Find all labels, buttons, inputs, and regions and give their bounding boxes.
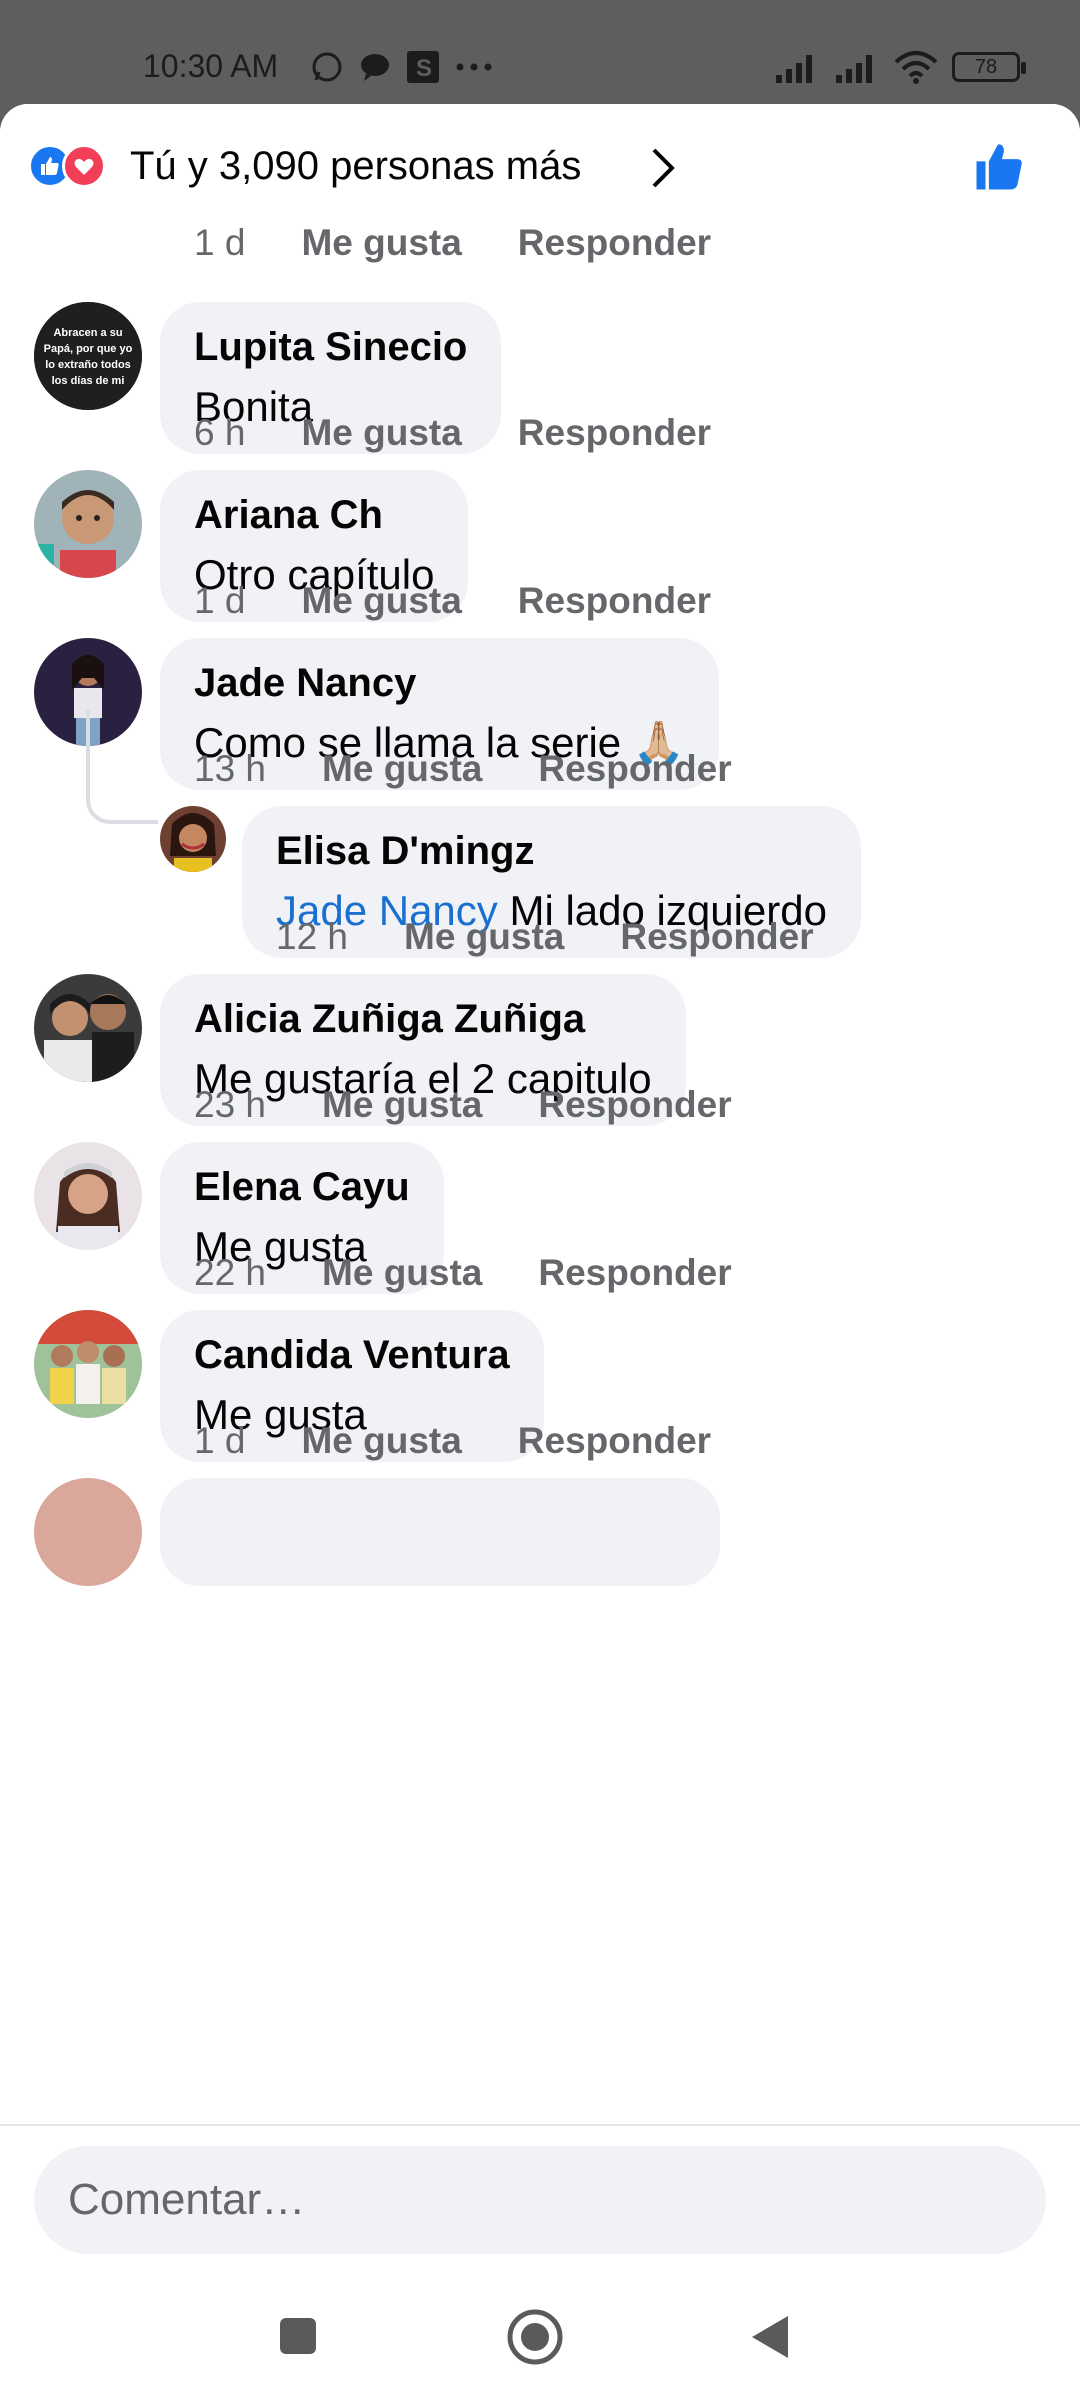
chevron-right-icon[interactable] bbox=[650, 146, 676, 190]
message-bubble-icon bbox=[361, 54, 389, 81]
like-link[interactable]: Me gusta bbox=[301, 412, 461, 454]
avatar[interactable]: Abracen a su Papá, por que yo lo extraño t… bbox=[34, 302, 142, 410]
comment-bubble-partial[interactable] bbox=[160, 1478, 720, 1586]
battery-level: 78 bbox=[974, 55, 998, 78]
reactions-summary[interactable]: Tú y 3,090 personas más bbox=[130, 144, 581, 189]
comment-author[interactable]: Alicia Zuñiga Zuñiga bbox=[194, 990, 652, 1048]
comment-time[interactable]: 1 d bbox=[194, 1420, 245, 1462]
avatar[interactable] bbox=[34, 1478, 142, 1586]
reply-link[interactable]: Responder bbox=[620, 916, 813, 958]
reaction-icons bbox=[28, 144, 106, 188]
reply-link[interactable]: Responder bbox=[538, 1084, 731, 1126]
reactions-header[interactable]: Tú y 3,090 personas más bbox=[0, 104, 1080, 214]
comment-author[interactable]: Jade Nancy bbox=[194, 654, 685, 712]
reply-link[interactable]: Responder bbox=[518, 580, 711, 622]
recents-square-icon[interactable] bbox=[278, 2316, 318, 2356]
comment-meta: 1 d Me gusta Responder bbox=[194, 580, 711, 622]
comment-time[interactable]: 13 h bbox=[194, 748, 266, 790]
more-dots-icon bbox=[456, 63, 492, 71]
avatar[interactable] bbox=[34, 974, 142, 1082]
like-button-icon[interactable] bbox=[972, 140, 1026, 194]
avatar[interactable] bbox=[34, 1310, 142, 1418]
reply-link[interactable]: Responder bbox=[538, 748, 731, 790]
comment-meta: 23 h Me gusta Responder bbox=[194, 1084, 732, 1126]
battery-icon: 78 bbox=[952, 52, 1026, 82]
svg-text:Abracen a su: Abracen a su bbox=[53, 327, 122, 339]
avatar[interactable] bbox=[34, 1142, 142, 1250]
comment-time[interactable]: 6 h bbox=[194, 412, 245, 454]
comment-time[interactable]: 1 d bbox=[194, 580, 245, 622]
reply-meta: 12 h Me gusta Responder bbox=[276, 916, 814, 958]
reply-link[interactable]: Responder bbox=[518, 412, 711, 454]
reply-author[interactable]: Elisa D'mingz bbox=[276, 822, 827, 880]
comments-sheet: 1 d Me gusta Responder Abracen a su Papá,… bbox=[0, 104, 1080, 2270]
comment-meta: 6 h Me gusta Responder bbox=[194, 412, 711, 454]
comment-author[interactable]: Lupita Sinecio bbox=[194, 318, 467, 376]
comment-meta: 13 h Me gusta Responder bbox=[194, 748, 732, 790]
comment-author[interactable]: Elena Cayu bbox=[194, 1158, 410, 1216]
svg-text:lo extraño todos: lo extraño todos bbox=[45, 359, 131, 371]
like-link[interactable]: Me gusta bbox=[404, 916, 564, 958]
comment-meta: 22 h Me gusta Responder bbox=[194, 1252, 732, 1294]
like-link[interactable]: Me gusta bbox=[301, 580, 461, 622]
avatar[interactable] bbox=[34, 470, 142, 578]
avatar[interactable] bbox=[160, 806, 226, 872]
status-bar: 10:30 AM S 78 bbox=[0, 0, 1080, 104]
like-link[interactable]: Me gusta bbox=[322, 1252, 482, 1294]
comment-time[interactable]: 22 h bbox=[194, 1252, 266, 1294]
reply-link[interactable]: Responder bbox=[538, 1252, 731, 1294]
like-link[interactable]: Me gusta bbox=[322, 1084, 482, 1126]
reply-thread-line bbox=[86, 710, 158, 824]
like-link[interactable]: Me gusta bbox=[322, 748, 482, 790]
comment-meta-partial: 1 d Me gusta Responder bbox=[194, 222, 712, 264]
home-circle-icon[interactable] bbox=[506, 2308, 564, 2366]
status-time: 10:30 AM bbox=[143, 48, 279, 84]
comment-composer bbox=[0, 2124, 1080, 2270]
reply-time[interactable]: 12 h bbox=[276, 916, 348, 958]
svg-text:S: S bbox=[416, 55, 432, 82]
comment-author[interactable]: Ariana Ch bbox=[194, 486, 434, 544]
like-link[interactable]: Me gusta bbox=[301, 222, 461, 264]
system-icons: 78 bbox=[774, 50, 1026, 84]
reply-link[interactable]: Responder bbox=[518, 1420, 711, 1462]
comment-author[interactable]: Candida Ventura bbox=[194, 1326, 510, 1384]
comment-meta: 1 d Me gusta Responder bbox=[194, 1420, 711, 1462]
s-app-icon: S bbox=[407, 51, 439, 83]
love-icon bbox=[62, 144, 106, 188]
reply-link[interactable]: Responder bbox=[518, 222, 711, 264]
signal-icon bbox=[836, 55, 872, 83]
svg-text:Papá, por que yo: Papá, por que yo bbox=[44, 343, 133, 355]
comment-time[interactable]: 23 h bbox=[194, 1084, 266, 1126]
svg-text:los días de mi: los días de mi bbox=[52, 375, 125, 387]
back-triangle-icon[interactable] bbox=[750, 2314, 790, 2360]
like-link[interactable]: Me gusta bbox=[301, 1420, 461, 1462]
comment-input[interactable] bbox=[34, 2146, 1046, 2254]
signal-icon bbox=[776, 55, 812, 83]
wifi-icon bbox=[894, 51, 938, 84]
notification-icons: S bbox=[310, 50, 494, 84]
comments-list[interactable]: 1 d Me gusta Responder Abracen a su Papá,… bbox=[0, 104, 1080, 2124]
whatsapp-icon bbox=[312, 52, 342, 82]
system-nav-bar bbox=[0, 2270, 1080, 2400]
